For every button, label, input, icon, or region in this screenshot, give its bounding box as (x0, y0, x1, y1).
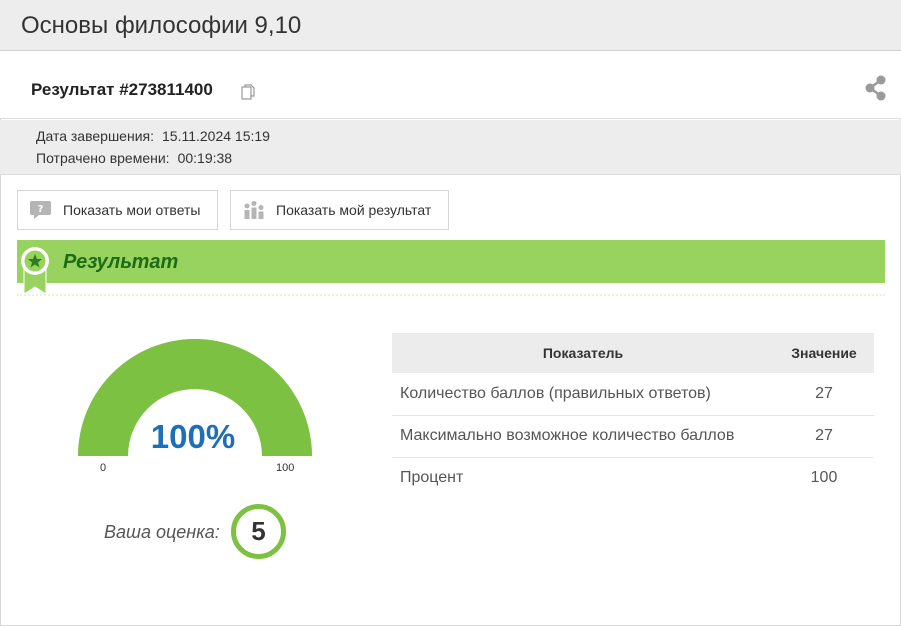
section-divider (17, 294, 885, 296)
row-value: 27 (774, 373, 874, 416)
row-indicator: Максимально возможное количество баллов (392, 415, 774, 458)
show-result-button[interactable]: Показать мой результат (230, 190, 449, 230)
svg-text:?: ? (38, 204, 44, 215)
gauge-min-label: 0 (100, 462, 107, 474)
table-header-row: Показатель Значение (392, 333, 874, 373)
result-title: Результат #273811400 (31, 80, 213, 99)
award-badge-icon (21, 247, 49, 294)
finish-date-row: Дата завершения: 15.11.2024 15:19 (36, 128, 270, 144)
page-title: Основы философии 9,10 (21, 12, 302, 39)
result-meta: Дата завершения: 15.11.2024 15:19 Потраче… (0, 120, 901, 175)
section-title: Результат (63, 251, 179, 273)
table-row: Процент 100 (392, 457, 874, 499)
grade-value: 5 (231, 504, 286, 559)
results-table: Показатель Значение Количество баллов (п… (392, 333, 874, 499)
row-indicator: Количество баллов (правильных ответов) (392, 373, 774, 416)
share-icon[interactable] (864, 75, 888, 101)
people-chart-icon (244, 201, 264, 219)
show-result-label: Показать мой результат (276, 202, 432, 218)
finish-date-label: Дата завершения: (36, 128, 154, 144)
table-row: Количество баллов (правильных ответов) 2… (392, 373, 874, 416)
table-row: Максимально возможное количество баллов … (392, 415, 874, 458)
row-indicator: Процент (400, 469, 464, 487)
result-section-header: Результат (17, 240, 885, 294)
row-value: 27 (774, 415, 874, 458)
question-bubble-icon: ? (30, 201, 51, 219)
gauge-max-label: 100 (276, 462, 295, 474)
row-value: 100 (810, 469, 838, 487)
header-indicator: Показатель (392, 333, 774, 373)
header-value: Значение (774, 333, 874, 373)
finish-date-value: 15.11.2024 15:19 (162, 128, 270, 144)
show-answers-label: Показать мои ответы (63, 202, 201, 218)
copy-icon[interactable] (241, 84, 255, 100)
time-spent-row: Потрачено времени: 00:19:38 (36, 150, 232, 166)
time-spent-value: 00:19:38 (177, 150, 233, 166)
grade-label: Ваша оценка: (104, 522, 220, 542)
time-spent-label: Потрачено времени: (36, 150, 170, 166)
result-header: Результат #273811400 (0, 51, 901, 119)
show-answers-button[interactable]: ? Показать мои ответы (17, 190, 218, 230)
page-header: Основы философии 9,10 (0, 0, 901, 51)
gauge-value: 100% (150, 418, 236, 455)
